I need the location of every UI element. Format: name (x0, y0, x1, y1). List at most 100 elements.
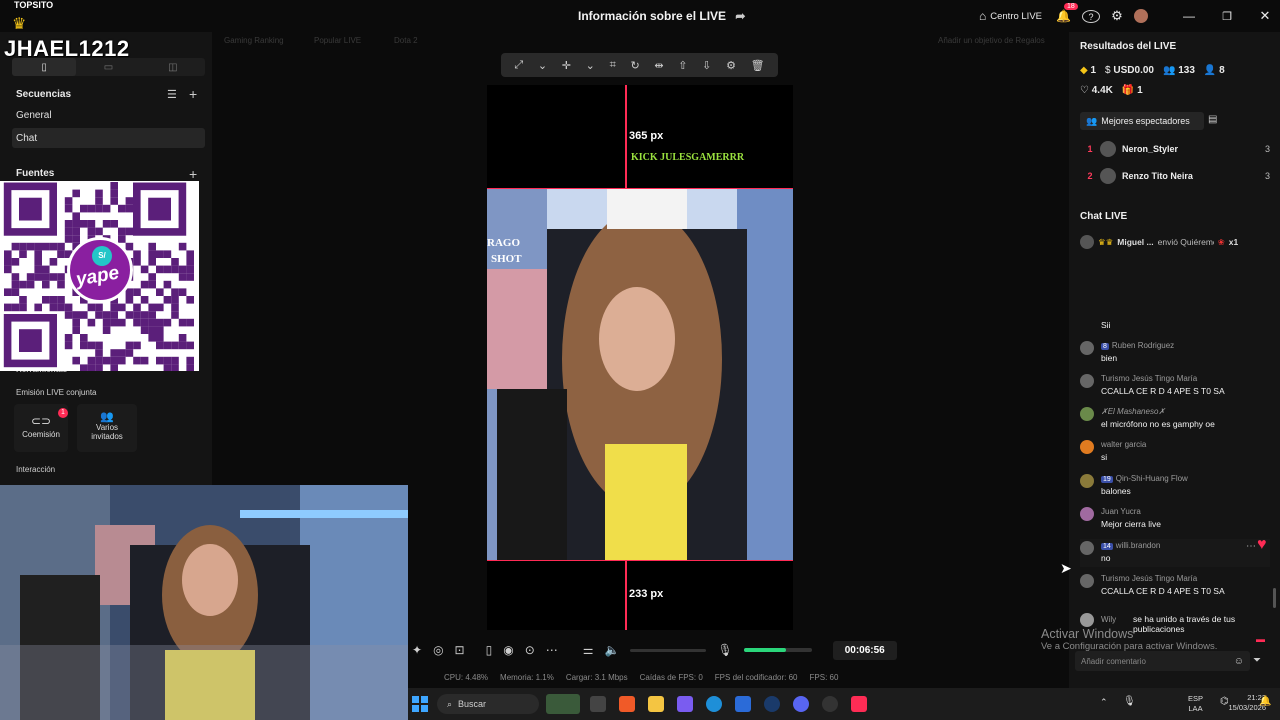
popular-live-tag[interactable]: Popular LIVE (314, 36, 361, 45)
results-title: Resultados del LIVE (1080, 41, 1177, 52)
sequence-general[interactable]: General (12, 105, 205, 125)
more-options-icon[interactable]: ⋯ (1246, 541, 1256, 552)
gaming-ranking-tag[interactable]: Gaming Ranking (224, 36, 284, 45)
chat-message[interactable]: Turismo Jesús Tingo María CCALLA CE R D … (1080, 574, 1270, 600)
viewers-stat: 👥 133 (1163, 65, 1195, 76)
mic-slider[interactable] (743, 648, 812, 652)
add-sequence-button[interactable]: + (189, 86, 197, 102)
volume-slider[interactable] (630, 648, 707, 652)
bottom-guide-line (625, 561, 627, 630)
close-icon[interactable]: ✕ (1250, 8, 1280, 24)
chat-message[interactable]: Turismo Jesús Tingo María CCALLA CE R D … (1080, 374, 1270, 400)
centro-live-button[interactable]: ⌂ Centro LIVE (979, 9, 1042, 23)
guests-label-2: invitados (91, 432, 123, 441)
list-view-icon[interactable]: ▤ (1208, 114, 1217, 125)
multi-guest-button[interactable]: 👥 Varios invitados (77, 404, 137, 452)
layer-up-icon[interactable]: ⇧ (678, 59, 687, 72)
filter-icon[interactable]: ⏷ (1253, 655, 1261, 666)
chevron-down-icon[interactable]: ⌄ (538, 59, 547, 72)
top-viewer-1[interactable]: 1 Neron_Styler 3 (1080, 139, 1270, 159)
obs-icon[interactable] (822, 696, 838, 712)
flip-icon[interactable]: ⇹ (654, 59, 663, 72)
chat-message[interactable]: Juan Yucra Mejor cierra live (1080, 507, 1270, 533)
live-preview[interactable]: 365 px KICK JULESGAMERRR RAGO SHOT 233 p… (487, 85, 793, 630)
users-icon: 👥 (100, 411, 114, 423)
tab-split[interactable]: ◫ (141, 58, 205, 76)
language-indicator[interactable]: ESP LAA (1188, 694, 1203, 714)
followers-stat: 👤 8 (1204, 65, 1225, 76)
gear-icon[interactable]: ⚙ (1108, 8, 1126, 24)
record-icon[interactable]: ◉ (503, 643, 513, 657)
fit-icon[interactable]: ⤢ (514, 59, 523, 72)
chat-message[interactable]: 14 willi.brandon no ⋯ ♥ (1080, 536, 1270, 567)
task-view-icon[interactable] (590, 696, 606, 712)
camera-frame[interactable]: RAGO SHOT (487, 188, 793, 561)
live-indicator-icon: ▬ (1256, 634, 1265, 644)
chat-text: Mejor cierra live (1101, 519, 1161, 529)
edge-icon[interactable] (706, 696, 722, 712)
volume-icon[interactable]: 🔈 (605, 643, 620, 657)
chat-message[interactable]: ✗El Mashaneso✗ el micrófono no es gamphy… (1080, 407, 1270, 433)
help-icon[interactable]: ? (1082, 9, 1100, 23)
avatar[interactable] (1134, 9, 1148, 23)
chevron-down-icon-2[interactable]: ⌄ (586, 59, 595, 72)
activate-line-1: Activar Windows (1041, 627, 1134, 641)
chat-message[interactable]: 19 Qin-Shi-Huang Flow balones (1080, 474, 1270, 500)
coemision-button[interactable]: ⊂⊃ Coemisión 1 (14, 404, 68, 452)
level-badge: 8 (1101, 343, 1109, 350)
chat-message[interactable]: walter garcia si (1080, 440, 1270, 466)
add-source-button[interactable]: + (189, 166, 197, 182)
folder-icon[interactable] (648, 696, 664, 712)
list-icon[interactable]: ☰ (167, 88, 177, 101)
effects-icon[interactable]: ✦ (412, 643, 422, 657)
best-viewers-button[interactable]: 👥 Mejores espectadores (1080, 112, 1204, 130)
dota-tag[interactable]: Dota 2 (394, 36, 418, 45)
live-info-title[interactable]: Información sobre el LIVE ➦ (578, 9, 745, 23)
windows-start-icon[interactable] (412, 696, 428, 712)
notification-center-icon[interactable]: 🔔 (1259, 696, 1271, 707)
tiktok-live-icon[interactable] (851, 696, 867, 712)
mic-tray-icon[interactable]: 🎙 (1123, 696, 1136, 707)
sequence-chat[interactable]: Chat (12, 128, 205, 148)
comment-input[interactable]: Añadir comentario ☺ (1075, 651, 1250, 671)
copilot-icon[interactable] (677, 696, 693, 712)
more-icon[interactable]: ⋯ (546, 643, 558, 657)
mixer-icon[interactable]: ⚌ (583, 643, 594, 657)
rose-icon: ❀ (1217, 236, 1225, 247)
widget-icon[interactable] (546, 694, 580, 714)
capture-icon[interactable]: ⊙ (525, 643, 535, 657)
likes-stat: ♡ 4.4K (1080, 85, 1113, 96)
mic-icon[interactable]: 🎙 (717, 643, 732, 657)
top-viewer-2[interactable]: 2 Renzo Tito Neira 3 (1080, 166, 1270, 186)
phone-icon-2[interactable]: ▯ (486, 643, 493, 657)
align-icon[interactable]: ✛ (562, 59, 571, 72)
notifications-button[interactable]: 🔔 18 (1056, 3, 1078, 23)
chat-username: Qin-Shi-Huang Flow (1115, 474, 1188, 483)
screen-icon[interactable]: ⊡ (455, 643, 465, 657)
crop-icon[interactable]: ⌗ (610, 59, 616, 72)
monitor-icon: ▭ (103, 61, 114, 73)
store-icon[interactable] (735, 696, 751, 712)
chat-scrollbar[interactable] (1273, 588, 1276, 608)
chat-message[interactable]: 8 Ruben Rodriguez bien (1080, 341, 1270, 367)
tray-chevron-icon[interactable]: ⌃ (1100, 697, 1108, 708)
gift-notification: ♛♛ Miguel ... envió Quiéreme ❀ x1 (1080, 234, 1270, 250)
title-bar: TOPSITO Información sobre el LIVE ➦ ⌂ Ce… (0, 0, 1280, 32)
layer-down-icon[interactable]: ⇩ (702, 59, 711, 72)
chat-user: 14 willi.brandon (1101, 541, 1160, 550)
gift-goal-tag[interactable]: Añadir un objetivo de Regalos (938, 36, 1045, 45)
discord-icon[interactable] (793, 696, 809, 712)
titlebar-actions: ⌂ Centro LIVE 🔔 18 ? ⚙ — ❐ ✕ (979, 0, 1280, 32)
maximize-icon[interactable]: ❐ (1212, 10, 1242, 23)
chat-message[interactable]: Sii (1080, 320, 1270, 334)
emoji-icon[interactable]: ☺ (1234, 656, 1244, 667)
enhance-icon[interactable]: ◎ (433, 643, 443, 657)
settings-icon[interactable]: ⚙ (726, 59, 736, 72)
delete-icon[interactable]: 🗑 (751, 59, 765, 72)
brave-icon[interactable] (619, 696, 635, 712)
rotate-icon[interactable]: ↻ (630, 59, 639, 72)
steam-icon[interactable] (764, 696, 780, 712)
network-icon[interactable]: ⌬ (1220, 696, 1229, 707)
taskbar-search[interactable]: ⌕ Buscar (437, 694, 539, 714)
minimize-icon[interactable]: — (1174, 9, 1204, 23)
